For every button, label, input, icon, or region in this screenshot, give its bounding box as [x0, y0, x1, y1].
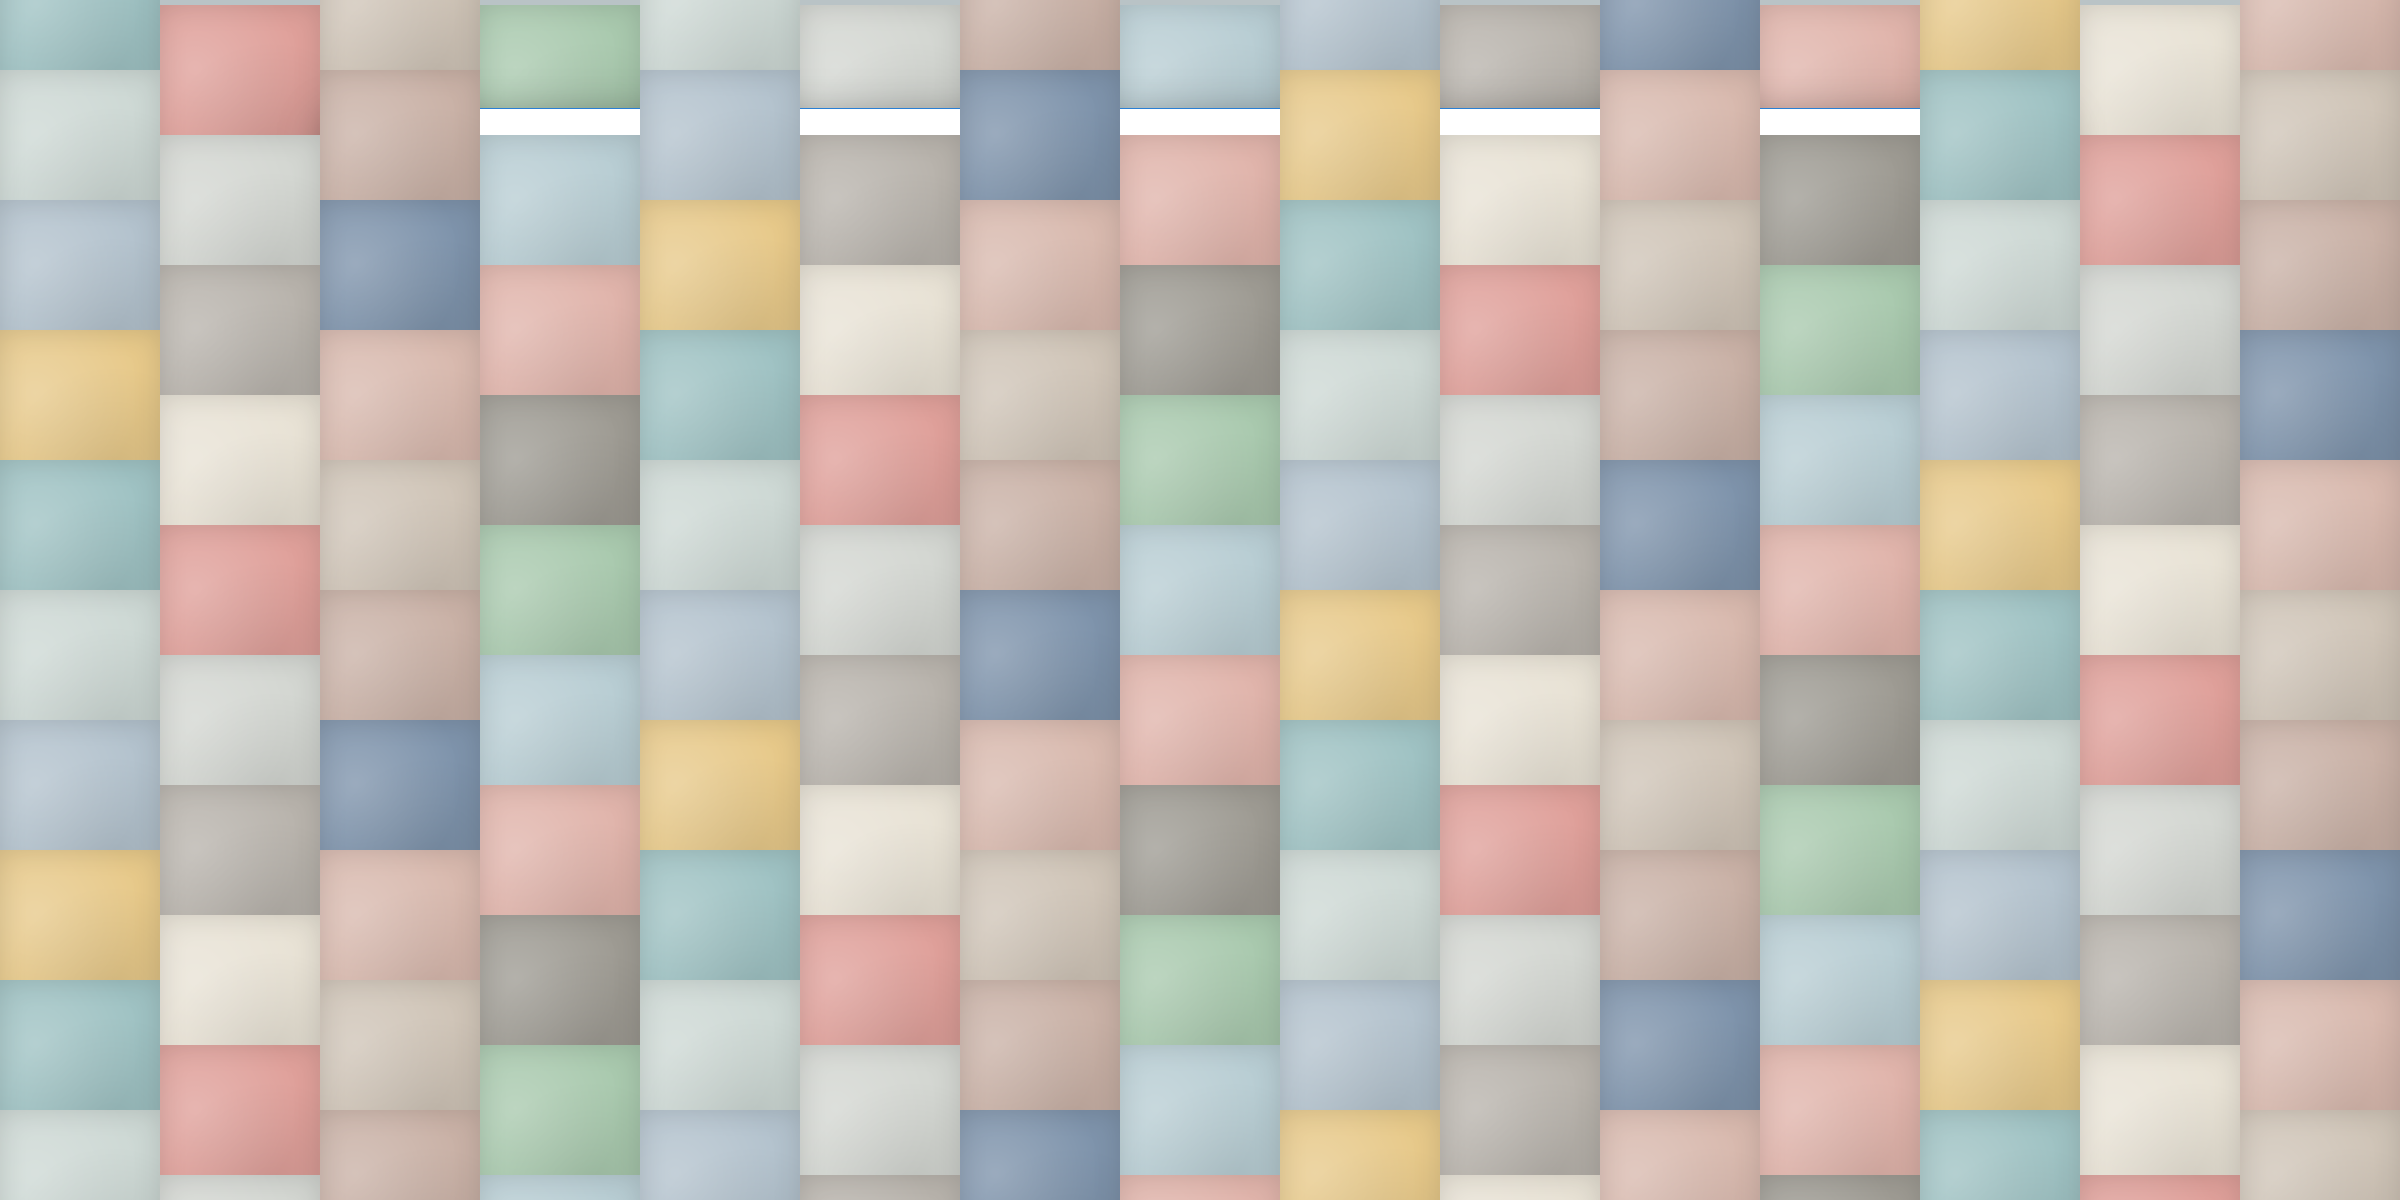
- wallpaper-tile: [1760, 1175, 1920, 1200]
- wallpaper-tile-column: [640, 0, 800, 1200]
- wallpaper-tile-column: [1600, 0, 1760, 1200]
- wallpaper-tile-column: [1120, 0, 1280, 1200]
- wallpaper-tile-column: [2240, 0, 2400, 1200]
- wallpaper-tile: [1280, 1110, 1440, 1200]
- wallpaper-tile-column: [320, 0, 480, 1200]
- wallpaper-tile-column: [480, 0, 640, 1200]
- wallpaper-tile-column: [960, 0, 1120, 1200]
- wallpaper-tile-column: [0, 0, 160, 1200]
- wallpaper-tile: [800, 1175, 960, 1200]
- wallpaper-tile: [2080, 1175, 2240, 1200]
- wallpaper-tile: [0, 1110, 160, 1200]
- wallpaper-tile: [2240, 1110, 2400, 1200]
- wallpaper-tile: [480, 1175, 640, 1200]
- wallpaper-tile-column: [800, 0, 960, 1200]
- wallpaper-tile: [960, 1110, 1120, 1200]
- wallpaper-tile-column: [1280, 0, 1440, 1200]
- wallpaper-tile-column: [160, 0, 320, 1200]
- wallpaper-tile: [1440, 1175, 1600, 1200]
- wallpaper-tile-column: [2080, 0, 2240, 1200]
- wallpaper-tile: [640, 1110, 800, 1200]
- wallpaper-tile: [1600, 1110, 1760, 1200]
- wallpaper-tile: [1120, 1175, 1280, 1200]
- wallpaper-tile-column: [1760, 0, 1920, 1200]
- desktop-wallpaper: [0, 0, 2400, 1200]
- wallpaper-tile: [1920, 1110, 2080, 1200]
- wallpaper-tile-column: [1440, 0, 1600, 1200]
- wallpaper-tile-column: [1920, 0, 2080, 1200]
- wallpaper-tile: [320, 1110, 480, 1200]
- wallpaper-tile: [160, 1175, 320, 1200]
